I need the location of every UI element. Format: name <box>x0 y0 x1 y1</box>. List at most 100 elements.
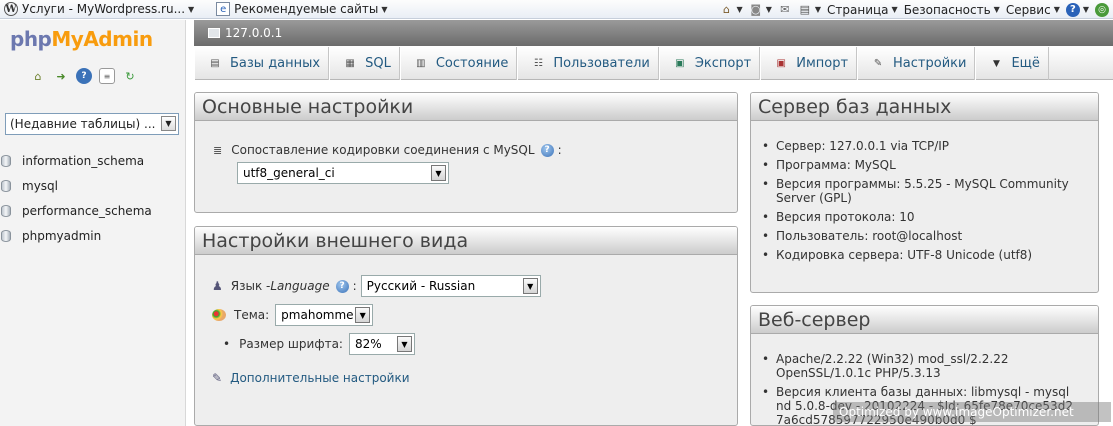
database-item-mysql[interactable]: mysql <box>0 173 186 198</box>
general-settings-panel: Основные настройки ≣ Сопоставление кодир… <box>194 92 738 213</box>
wrench-icon: ✎ <box>873 58 883 69</box>
appearance-settings-panel: Настройки внешнего вида ♟ Язык - Languag… <box>194 226 738 426</box>
chevron-down-icon: ▼ <box>992 58 1000 69</box>
theme-row: Тема: pmahomme ▼ <box>212 304 374 326</box>
font-size-value: 82% <box>354 337 382 351</box>
theme-select[interactable]: pmahomme ▼ <box>275 304 374 326</box>
database-name: phpmyadmin <box>22 228 102 243</box>
import-icon: ▣ <box>776 58 786 69</box>
recent-tables-select[interactable]: (Недавние таблицы) ... ▼ <box>5 113 179 135</box>
list-item: Кодировка сервера: UTF-8 Unicode (utf8) <box>762 248 1086 262</box>
tab-users[interactable]: ☷ Пользователи <box>517 47 659 80</box>
language-select[interactable]: Русский - Russian ▼ <box>360 275 541 297</box>
font-size-select[interactable]: 82% ▼ <box>348 333 415 355</box>
recent-tables-value: (Недавние таблицы) ... <box>10 117 156 131</box>
chevron-down-icon: ▼ <box>431 165 446 181</box>
database-name: performance_schema <box>22 203 152 218</box>
home-icon: ⌂ <box>723 3 731 16</box>
logo-admin: Admin <box>83 27 153 51</box>
wrench-icon: ✎ <box>212 371 223 385</box>
chevron-down-icon: ▼ <box>1082 5 1089 14</box>
panel-title: Сервер баз данных <box>751 93 1098 121</box>
reload-icon[interactable]: ↻ <box>122 68 138 84</box>
theme-label: Тема: <box>234 308 270 322</box>
feeds-button[interactable]: ◙ ▼ <box>749 0 772 19</box>
sql-icon: ▦ <box>345 58 355 69</box>
list-item: Программа: MySQL <box>762 158 1086 172</box>
database-name: mysql <box>22 178 58 193</box>
home-icon[interactable]: ⌂ <box>30 68 46 84</box>
database-icon: ▤ <box>210 58 220 69</box>
home-button[interactable]: ⌂ ▼ <box>720 0 743 19</box>
tab-export[interactable]: ▣ Экспорт <box>658 47 761 80</box>
research-button[interactable]: ◎ <box>1095 0 1109 19</box>
list-item: Версия протокола: 10 <box>762 210 1086 224</box>
tab-label: Ещё <box>1011 56 1040 71</box>
help-icon[interactable]: ? <box>540 143 554 157</box>
print-button[interactable]: ▤ ▼ <box>798 0 821 19</box>
panel-title: Настройки внешнего вида <box>195 227 737 255</box>
page-icon: e <box>216 2 231 16</box>
help-icon[interactable]: ? <box>76 68 92 84</box>
chevron-down-icon: ▼ <box>522 278 538 294</box>
tab-status[interactable]: ▥ Состояние <box>399 47 518 80</box>
server-icon <box>208 28 220 38</box>
logout-icon[interactable]: ➜ <box>53 68 69 84</box>
chevron-down-icon: ▼ <box>736 5 743 14</box>
safety-menu-label: Безопасность <box>903 2 991 17</box>
chevron-down-icon: ▼ <box>188 4 195 14</box>
database-item-information-schema[interactable]: information_schema <box>0 148 186 173</box>
wordpress-icon: W <box>4 2 18 16</box>
more-settings-link[interactable]: Дополнительные настройки <box>230 371 409 385</box>
documentation-icon[interactable]: ≡ <box>99 68 115 84</box>
database-name: information_schema <box>22 153 145 168</box>
chevron-down-icon: ▼ <box>1053 5 1060 14</box>
tab-label: Пользователи <box>553 56 650 71</box>
list-item: Пользователь: root@localhost <box>762 229 1086 243</box>
language-icon: ♟ <box>212 279 223 293</box>
tab-import[interactable]: ▣ Импорт <box>760 47 858 80</box>
database-item-performance-schema[interactable]: performance_schema <box>0 198 186 223</box>
top-menu-tabs: ▤ Базы данных ▦ SQL ▥ Состояние ☷ Пользо… <box>194 47 1113 80</box>
command-bar: ⌂ ▼ ◙ ▼ ✉ ▤ ▼ Страница ▼ Безопасность ▼ … <box>720 0 1109 19</box>
page-menu[interactable]: Страница ▼ <box>827 0 898 19</box>
palette-icon <box>212 309 226 321</box>
tab-databases[interactable]: ▤ Базы данных <box>194 47 330 80</box>
chevron-down-icon: ▼ <box>765 5 772 14</box>
language-label: Язык - <box>230 279 271 293</box>
tab-sql[interactable]: ▦ SQL <box>329 47 400 80</box>
font-size-label: Размер шрифта: <box>239 337 343 351</box>
tab-settings[interactable]: ✎ Настройки <box>857 47 976 80</box>
favorite-label: Рекомендуемые сайты <box>234 2 379 16</box>
phpmyadmin-logo[interactable]: phpMyAdmin <box>10 27 153 51</box>
users-icon: ☷ <box>533 58 543 69</box>
chevron-down-icon: ▼ <box>161 116 176 131</box>
tools-menu[interactable]: Сервис ▼ <box>1006 0 1060 19</box>
panel-title: Веб-сервер <box>751 306 1098 334</box>
rss-icon: ◙ <box>750 3 762 16</box>
language-value: Русский - Russian <box>366 279 476 293</box>
favorite-link-suggested-sites[interactable]: e Рекомендуемые сайты ▼ <box>212 0 391 19</box>
bullet: • <box>223 337 231 351</box>
server-label: 127.0.0.1 <box>225 26 283 40</box>
collation-label: Сопоставление кодировки соединения с MyS… <box>231 143 535 157</box>
database-icon <box>1 154 11 167</box>
tab-label: Экспорт <box>694 56 752 71</box>
help-button[interactable]: ? ▼ <box>1065 0 1089 19</box>
mail-button[interactable]: ✉ <box>778 0 792 19</box>
colon: : <box>557 143 562 157</box>
help-icon[interactable]: ? <box>335 279 349 293</box>
status-icon: ▥ <box>416 58 426 69</box>
tab-more[interactable]: ▼ Ещё <box>975 47 1049 80</box>
safety-menu[interactable]: Безопасность ▼ <box>904 0 1000 19</box>
collation-select[interactable]: utf8_general_ci ▼ <box>237 162 449 184</box>
browser-toolbar: W Услуги - MyWordpress.ru... ▼ e Рекомен… <box>0 0 1113 19</box>
server-breadcrumb[interactable]: 127.0.0.1 <box>194 20 1113 46</box>
favorite-link-mywordpress[interactable]: W Услуги - MyWordpress.ru... ▼ <box>0 0 198 19</box>
list-item: Версия программы: 5.5.25 - MySQL Communi… <box>762 177 1086 205</box>
database-item-phpmyadmin[interactable]: phpmyadmin <box>0 223 186 248</box>
theme-value: pmahomme <box>281 308 354 322</box>
more-settings-row: ✎ Дополнительные настройки <box>212 371 410 385</box>
chevron-down-icon: ▼ <box>891 5 898 14</box>
tab-label: SQL <box>365 56 391 71</box>
